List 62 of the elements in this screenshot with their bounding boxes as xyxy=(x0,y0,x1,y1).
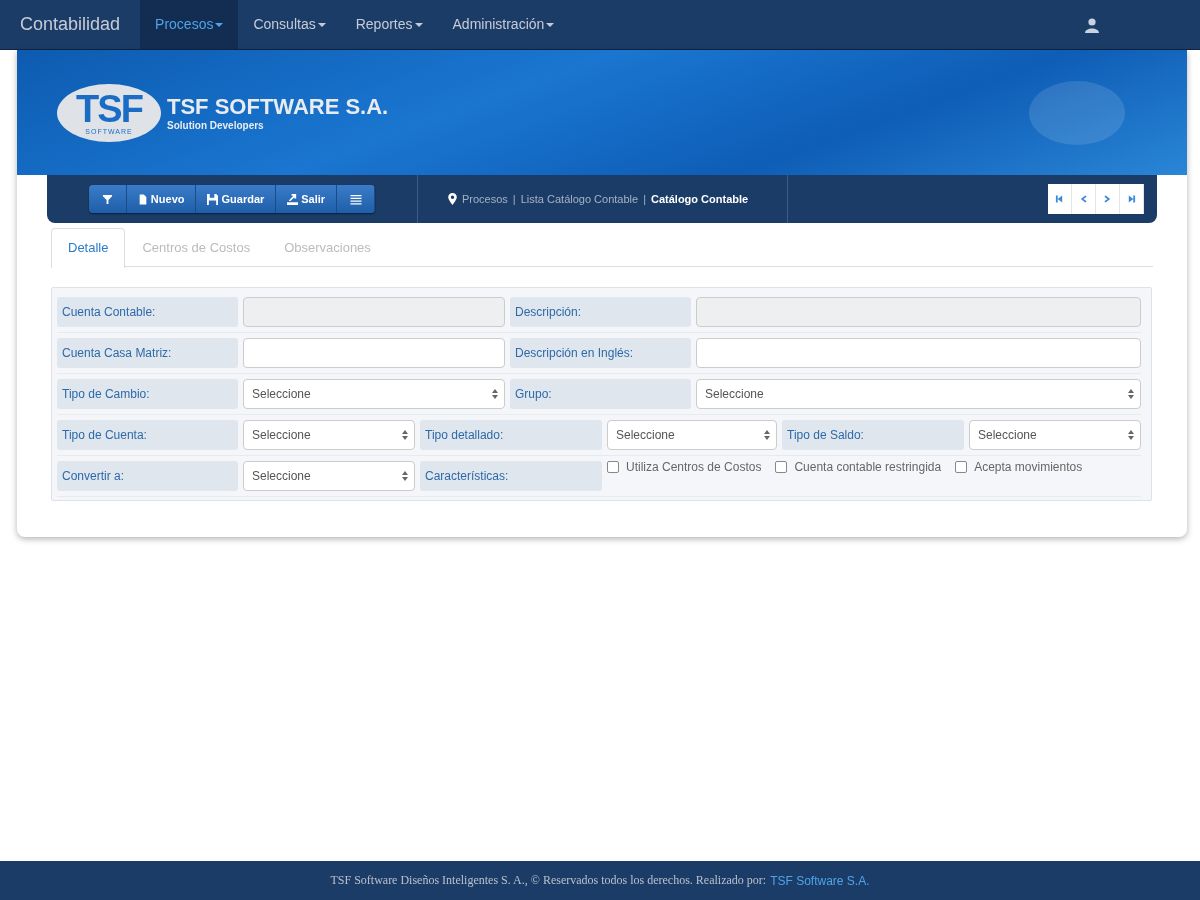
breadcrumb-link[interactable]: Lista Catálogo Contable xyxy=(520,193,639,205)
chevron-right-icon xyxy=(1103,194,1112,204)
field-label: Descripción en Inglés: xyxy=(510,338,691,368)
checkbox[interactable] xyxy=(955,461,968,473)
first-page-button[interactable] xyxy=(1048,184,1072,214)
field-label: Cuenta Contable: xyxy=(57,297,238,327)
user-icon[interactable] xyxy=(1084,16,1100,33)
field-label: Convertir a: xyxy=(57,461,238,491)
checkbox-label: Acepta movimientos xyxy=(974,460,1083,474)
checkbox[interactable] xyxy=(775,461,788,473)
field-label: Tipo de Saldo: xyxy=(782,420,964,450)
sort-arrows-icon xyxy=(402,471,408,481)
input-field[interactable] xyxy=(243,338,505,368)
sort-arrows-icon xyxy=(402,430,408,440)
skip-last-icon xyxy=(1127,194,1136,204)
field-label: Tipo detallado: xyxy=(420,420,602,450)
nav-menu[interactable]: Reportes xyxy=(340,0,438,49)
breadcrumb-link[interactable]: Procesos xyxy=(462,193,508,205)
select-field[interactable]: Seleccione xyxy=(243,379,505,409)
toolbar-button[interactable]: Guardar xyxy=(196,185,277,213)
filter-icon xyxy=(101,193,113,205)
breadcrumb-current: Catálogo Contable xyxy=(651,193,749,205)
list-button[interactable] xyxy=(337,185,376,213)
field-label: Cuenta Casa Matriz: xyxy=(57,338,238,368)
field-label: Tipo de Cuenta: xyxy=(57,420,238,450)
checkbox-label: Utiliza Centros de Costos xyxy=(626,460,762,474)
footer-link[interactable]: TSF Software S.A. xyxy=(770,873,870,888)
sort-arrows-icon xyxy=(764,430,770,440)
sort-arrows-icon xyxy=(492,389,498,399)
nav-menu[interactable]: Consultas xyxy=(238,0,341,49)
select-field[interactable]: Seleccione xyxy=(607,420,777,450)
field-label: Descripción: xyxy=(510,297,691,327)
tab[interactable]: Detalle xyxy=(51,228,126,268)
chevron-left-icon xyxy=(1079,194,1088,204)
toolbar-button[interactable]: Salir xyxy=(276,185,338,213)
company-tagline: Solution Developers xyxy=(167,120,265,131)
brand-title[interactable]: Contabilidad xyxy=(0,0,141,49)
list-icon xyxy=(349,193,362,205)
footer-text: TSF Software Diseños Inteligentes S. A., © Reservados todos los derechos. Realizado por: xyxy=(330,873,767,888)
select-field[interactable]: Seleccione xyxy=(696,379,1141,409)
company-name: TSF SOFTWARE S.A. xyxy=(167,94,389,120)
skip-first-icon xyxy=(1055,194,1064,204)
checkbox[interactable] xyxy=(607,461,619,473)
sort-arrows-icon xyxy=(1128,389,1134,399)
breadcrumb-separator: | xyxy=(643,193,646,205)
exit-icon xyxy=(287,193,299,205)
document-icon xyxy=(137,193,148,205)
select-field[interactable]: Seleccione xyxy=(243,461,415,491)
field-label: Tipo de Cambio: xyxy=(57,379,238,409)
field-label: Grupo: xyxy=(510,379,691,409)
filter-button[interactable] xyxy=(88,185,127,213)
toolbar-button[interactable]: Nuevo xyxy=(126,185,197,213)
select-field[interactable]: Seleccione xyxy=(243,420,415,450)
location-pin-icon xyxy=(448,193,457,205)
input-field[interactable] xyxy=(696,338,1141,368)
field-label: Características: xyxy=(420,461,602,491)
select-field[interactable]: Seleccione xyxy=(969,420,1141,450)
nav-menu[interactable]: Administración xyxy=(437,0,570,49)
sort-arrows-icon xyxy=(1128,430,1134,440)
nav-menu[interactable]: Procesos xyxy=(140,0,239,49)
breadcrumb-separator: | xyxy=(512,193,516,205)
checkbox-label: Cuenta contable restringida xyxy=(794,460,942,474)
